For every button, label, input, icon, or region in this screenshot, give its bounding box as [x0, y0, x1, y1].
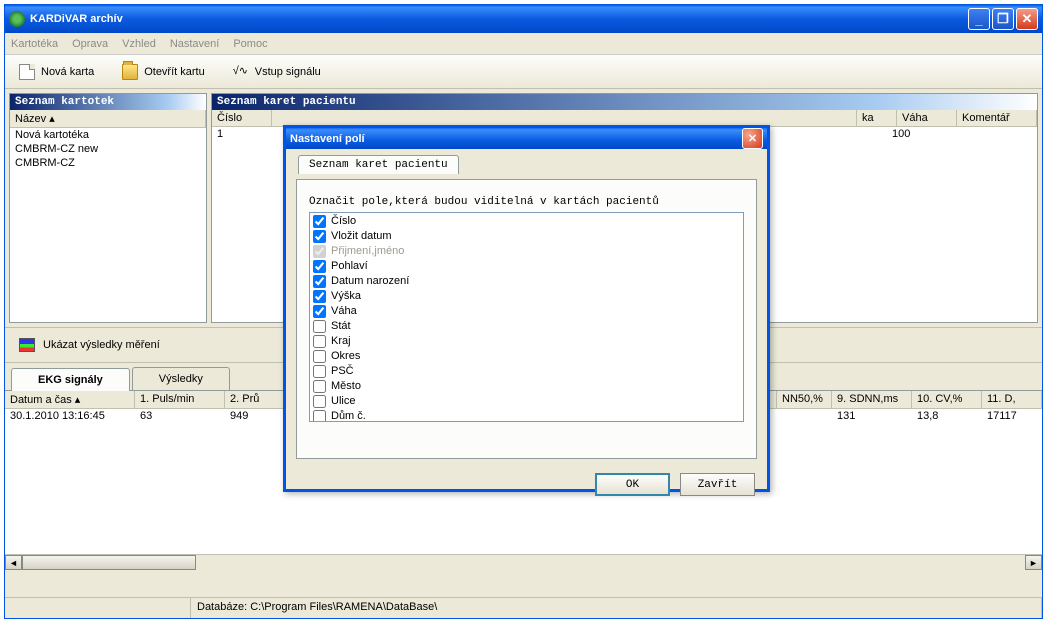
- status-db-path: Databáze: C:\Program Files\RAMENA\DataBa…: [191, 598, 1042, 618]
- list-item: CMBRM-CZ new: [10, 142, 206, 156]
- field-checkbox-item[interactable]: Číslo: [312, 214, 741, 229]
- field-checkbox-item[interactable]: Vložit datum: [312, 229, 741, 244]
- field-checkbox[interactable]: [313, 290, 326, 303]
- app-icon: [9, 11, 25, 27]
- field-checkbox-label: Datum narození: [331, 274, 409, 289]
- field-checkbox[interactable]: [313, 260, 326, 273]
- field-checkbox-label: Pohlaví: [331, 259, 368, 274]
- titlebar[interactable]: KARDiVAR archív _ ❐ ✕: [5, 5, 1042, 33]
- field-checkbox-item[interactable]: PSČ: [312, 364, 741, 379]
- window-title: KARDiVAR archív: [30, 13, 123, 25]
- left-col-header[interactable]: Název ▴: [10, 110, 206, 127]
- gcol-pru[interactable]: 2. Prů: [225, 391, 285, 408]
- file-icon: [19, 64, 35, 80]
- field-checkbox-list[interactable]: ČísloVložit datumPřijmení,jménoPohlavíDa…: [309, 212, 744, 422]
- field-settings-dialog: Nastavení polí ✕ Seznam karet pacientu O…: [283, 125, 770, 492]
- gcol-puls[interactable]: 1. Puls/min: [135, 391, 225, 408]
- menu-nastaveni[interactable]: Nastavení: [170, 38, 220, 50]
- cancel-button[interactable]: Zavřít: [680, 473, 755, 496]
- field-checkbox[interactable]: [313, 365, 326, 378]
- field-checkbox-item[interactable]: Pohlaví: [312, 259, 741, 274]
- tab-ekg[interactable]: EKG signály: [11, 368, 130, 391]
- ok-button[interactable]: OK: [595, 473, 670, 496]
- list-item: Nová kartotéka: [10, 128, 206, 142]
- horizontal-scrollbar[interactable]: ◄ ►: [5, 554, 1042, 571]
- field-checkbox-label: Dům č.: [331, 409, 366, 422]
- toolbar: Nová karta Otevřít kartu √∿ Vstup signál…: [5, 55, 1042, 89]
- field-checkbox[interactable]: [313, 305, 326, 318]
- kartotek-list[interactable]: Nová kartotéka CMBRM-CZ new CMBRM-CZ: [10, 128, 206, 322]
- field-checkbox-label: Město: [331, 379, 361, 394]
- field-checkbox-item[interactable]: Kraj: [312, 334, 741, 349]
- field-checkbox-item[interactable]: Okres: [312, 349, 741, 364]
- field-checkbox-item[interactable]: Výška: [312, 289, 741, 304]
- menu-pomoc[interactable]: Pomoc: [233, 38, 267, 50]
- signal-input-button[interactable]: √∿ Vstup signálu: [233, 64, 321, 80]
- field-checkbox[interactable]: [313, 320, 326, 333]
- tab-results[interactable]: Výsledky: [132, 367, 230, 390]
- list-item: CMBRM-CZ: [10, 156, 206, 170]
- menu-oprava[interactable]: Oprava: [72, 38, 108, 50]
- gcol-sdnn[interactable]: 9. SDNN,ms: [832, 391, 912, 408]
- field-checkbox-label: PSČ: [331, 364, 354, 379]
- left-pane: Seznam kartotek Název ▴ Nová kartotéka C…: [9, 93, 207, 323]
- field-checkbox-label: Ulice: [331, 394, 355, 409]
- gcol-d[interactable]: 11. D,: [982, 391, 1042, 408]
- minimize-button[interactable]: _: [968, 8, 990, 30]
- col-cislo[interactable]: Číslo: [212, 110, 272, 126]
- menubar: Kartotéka Oprava Vzhled Nastavení Pomoc: [5, 33, 1042, 55]
- field-checkbox-label: Stát: [331, 319, 351, 334]
- field-checkbox-item[interactable]: Město: [312, 379, 741, 394]
- field-checkbox-item[interactable]: Dům č.: [312, 409, 741, 422]
- menu-vzhled[interactable]: Vzhled: [122, 38, 156, 50]
- field-checkbox-label: Výška: [331, 289, 361, 304]
- menu-kartoteka[interactable]: Kartotéka: [11, 38, 58, 50]
- gcol-datetime[interactable]: Datum a čas ▴: [5, 391, 135, 408]
- statusbar: Databáze: C:\Program Files\RAMENA\DataBa…: [5, 597, 1042, 618]
- col-vyska[interactable]: ka: [857, 110, 897, 126]
- field-checkbox[interactable]: [313, 230, 326, 243]
- field-checkbox-label: Číslo: [331, 214, 356, 229]
- field-checkbox-label: Přijmení,jméno: [331, 244, 404, 259]
- field-checkbox-item[interactable]: Stát: [312, 319, 741, 334]
- close-button[interactable]: ✕: [1016, 8, 1038, 30]
- dialog-close-button[interactable]: ✕: [742, 128, 763, 149]
- dialog-tab[interactable]: Seznam karet pacientu: [298, 155, 459, 174]
- field-checkbox[interactable]: [313, 395, 326, 408]
- maximize-button[interactable]: ❐: [992, 8, 1014, 30]
- field-checkbox[interactable]: [313, 335, 326, 348]
- left-pane-title: Seznam kartotek: [10, 94, 206, 110]
- field-checkbox[interactable]: [313, 410, 326, 422]
- gcol-nn50[interactable]: NN50,%: [777, 391, 832, 408]
- col-komentar[interactable]: Komentář: [957, 110, 1037, 126]
- field-checkbox-label: Váha: [331, 304, 357, 319]
- field-checkbox-label: Vložit datum: [331, 229, 392, 244]
- folder-icon: [122, 64, 138, 80]
- field-checkbox-item[interactable]: Ulice: [312, 394, 741, 409]
- open-card-button[interactable]: Otevřít kartu: [122, 64, 205, 80]
- field-checkbox[interactable]: [313, 215, 326, 228]
- new-card-button[interactable]: Nová karta: [19, 64, 94, 80]
- scroll-left-icon[interactable]: ◄: [5, 555, 22, 570]
- signal-icon: √∿: [233, 64, 249, 80]
- right-pane-title: Seznam karet pacientu: [212, 94, 1037, 110]
- dialog-titlebar[interactable]: Nastavení polí ✕: [286, 128, 767, 149]
- chart-icon: [19, 338, 35, 352]
- col-vaha[interactable]: Váha: [897, 110, 957, 126]
- field-checkbox[interactable]: [313, 380, 326, 393]
- field-checkbox-item[interactable]: Váha: [312, 304, 741, 319]
- show-results-button[interactable]: Ukázat výsledky měření: [43, 339, 160, 351]
- gcol-cv[interactable]: 10. CV,%: [912, 391, 982, 408]
- field-checkbox[interactable]: [313, 275, 326, 288]
- dialog-title: Nastavení polí: [290, 133, 365, 145]
- field-checkbox: [313, 245, 326, 258]
- scroll-thumb[interactable]: [22, 555, 196, 570]
- field-checkbox-item[interactable]: Datum narození: [312, 274, 741, 289]
- field-checkbox-label: Kraj: [331, 334, 351, 349]
- scroll-right-icon[interactable]: ►: [1025, 555, 1042, 570]
- field-checkbox-item[interactable]: Přijmení,jméno: [312, 244, 741, 259]
- field-checkbox-label: Okres: [331, 349, 360, 364]
- dialog-instruction: Označit pole,která budou viditelná v kar…: [309, 196, 744, 208]
- field-checkbox[interactable]: [313, 350, 326, 363]
